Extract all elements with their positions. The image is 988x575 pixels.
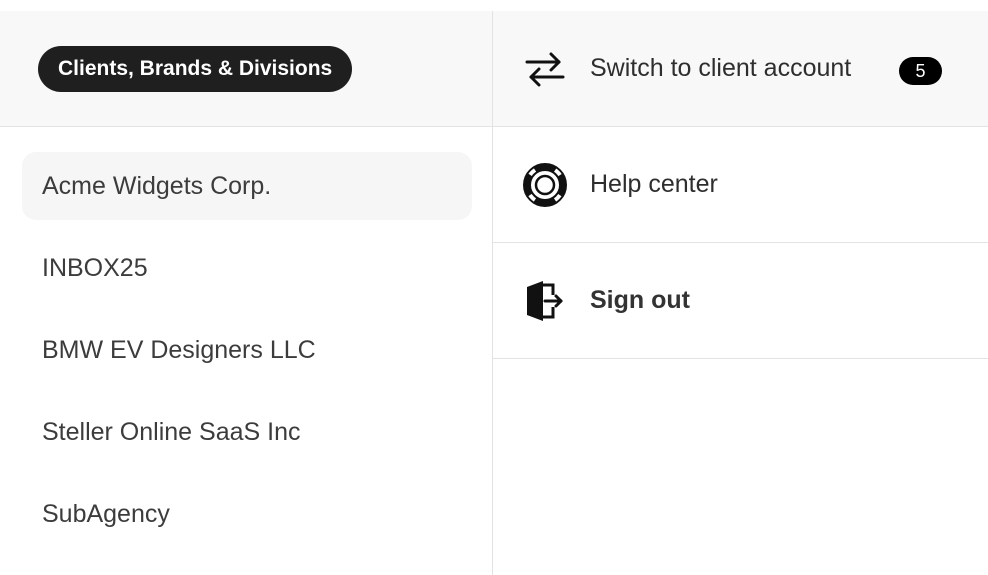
client-item-acme[interactable]: Acme Widgets Corp. xyxy=(22,152,472,220)
sign-out-item[interactable]: Sign out xyxy=(493,243,988,359)
exit-door-icon xyxy=(527,281,563,321)
switch-client-account-item[interactable]: Switch to client account 5 xyxy=(493,11,988,127)
account-menu: Switch to client account 5 Help center S… xyxy=(493,11,988,575)
client-item-inbox25[interactable]: INBOX25 xyxy=(22,234,472,302)
lifebuoy-icon xyxy=(523,163,567,207)
switch-client-account-label: Switch to client account xyxy=(590,54,852,82)
clients-brands-divisions-pill[interactable]: Clients, Brands & Divisions xyxy=(38,46,353,92)
clients-panel-header: Clients, Brands & Divisions xyxy=(0,11,492,127)
client-count-badge: 5 xyxy=(899,57,942,85)
sign-out-label: Sign out xyxy=(590,286,690,314)
help-center-label: Help center xyxy=(590,170,718,198)
clients-panel: Clients, Brands & Divisions Acme Widgets… xyxy=(0,11,493,575)
client-item-subagency[interactable]: SubAgency xyxy=(22,480,472,548)
client-item-bmw[interactable]: BMW EV Designers LLC xyxy=(22,316,472,384)
help-center-item[interactable]: Help center xyxy=(493,127,988,243)
client-item-steller[interactable]: Steller Online SaaS Inc xyxy=(22,398,472,466)
switch-arrows-icon xyxy=(525,52,565,87)
